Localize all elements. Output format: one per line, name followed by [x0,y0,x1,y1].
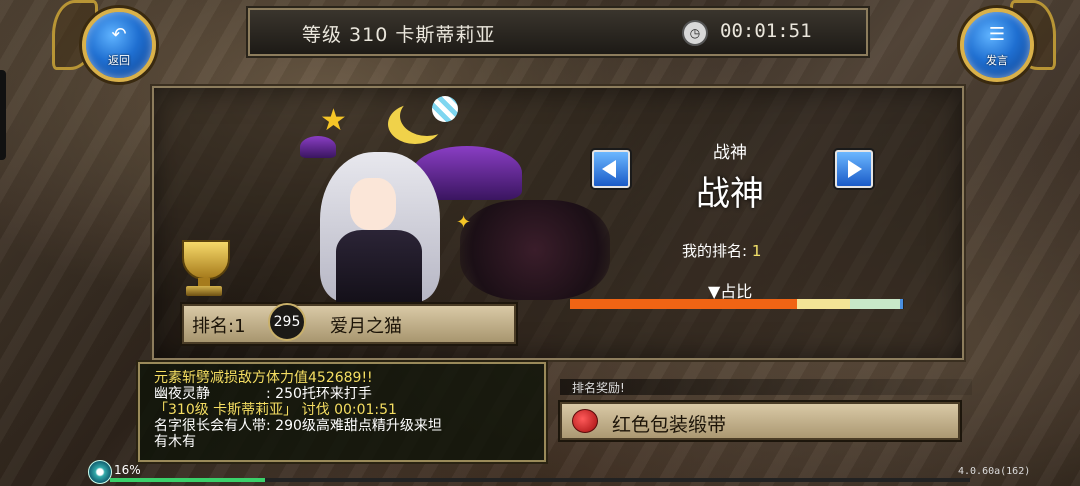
progress-bar [110,478,970,482]
star-decoration: ✦ [456,212,472,233]
player-name: 爱月之猫 [330,316,402,337]
chat-log[interactable]: 元素斩劈减损敌方体力值452689!! 幽夜灵静 : 250托环来打手 「310… [138,362,546,462]
trophy-stem [198,278,210,286]
back-button[interactable]: ↶ 返回 [52,0,156,84]
category-subtitle: 战神 [713,143,747,163]
character-face [350,178,396,230]
title-bar: 等级 310 卡斯蒂莉亚 ◷ 00:01:51 [248,8,868,56]
version-label: 4.0.60a(162) [958,466,1031,477]
chat-button-label: 发言 [986,54,1008,67]
chat-button[interactable]: ☰ 发言 [960,0,1056,84]
bat-small [300,136,336,158]
chat-line: 有木有 [154,434,196,450]
chat-button-ring[interactable]: ☰ 发言 [960,8,1034,82]
chat-line: 幽夜灵静 : 250托环来打手 [154,386,372,402]
my-rank-label: 我的排名: [682,242,748,260]
trophy-icon [174,238,234,298]
reward-title: 排名奖励! [560,379,972,395]
share-segment [570,299,797,309]
damage-share-bar [570,299,904,309]
shadow-creature [460,200,610,300]
arrow-left-icon [602,160,616,178]
share-segment [850,299,900,309]
player-level-badge: 295 [268,303,306,341]
my-rank-value: 1 [751,242,762,260]
my-rank: 我的排名: 1 [682,240,761,261]
category-title: 战神 [696,174,764,214]
progress-fill [110,478,265,482]
top-player-bar[interactable]: 排名:1 295 爱月之猫 [182,303,516,344]
star-decoration: ★ [320,103,347,138]
prev-category-button[interactable] [592,150,630,188]
back-arrow-icon: ↶ [111,24,127,45]
candy-decoration [432,96,458,122]
rank-label: 排名:1 [192,316,246,337]
character-body [336,230,422,302]
chat-line: 名字很长会有人带: 290级高难甜点精升级来坦 [154,418,442,434]
device-edge [0,70,6,160]
share-segment [797,299,850,309]
back-button-label: 返回 [108,54,130,67]
progress-percent: 16% [114,463,141,477]
share-segment [900,299,903,309]
trophy-cup [182,240,230,280]
boss-level-title: 等级 310 卡斯蒂莉亚 [302,24,496,46]
trophy-base [186,286,222,296]
chat-bubble-icon: ☰ [988,24,1006,45]
stopwatch-icon: ◷ [682,20,708,46]
ribbon-icon [572,409,598,433]
chat-line: 元素斩劈减损敌方体力值452689!! [154,370,373,386]
reward-item[interactable]: 红色包装缎带 [560,402,960,440]
chat-line: 「310级 卡斯蒂莉亚」 讨伐 00:01:51 [154,402,397,418]
reward-item-name: 红色包装缎带 [612,414,727,436]
arrow-right-icon [848,160,862,178]
next-category-button[interactable] [835,150,873,188]
battle-timer: 00:01:51 [720,20,812,42]
loading-icon [88,460,112,484]
back-button-ring[interactable]: ↶ 返回 [82,8,156,82]
